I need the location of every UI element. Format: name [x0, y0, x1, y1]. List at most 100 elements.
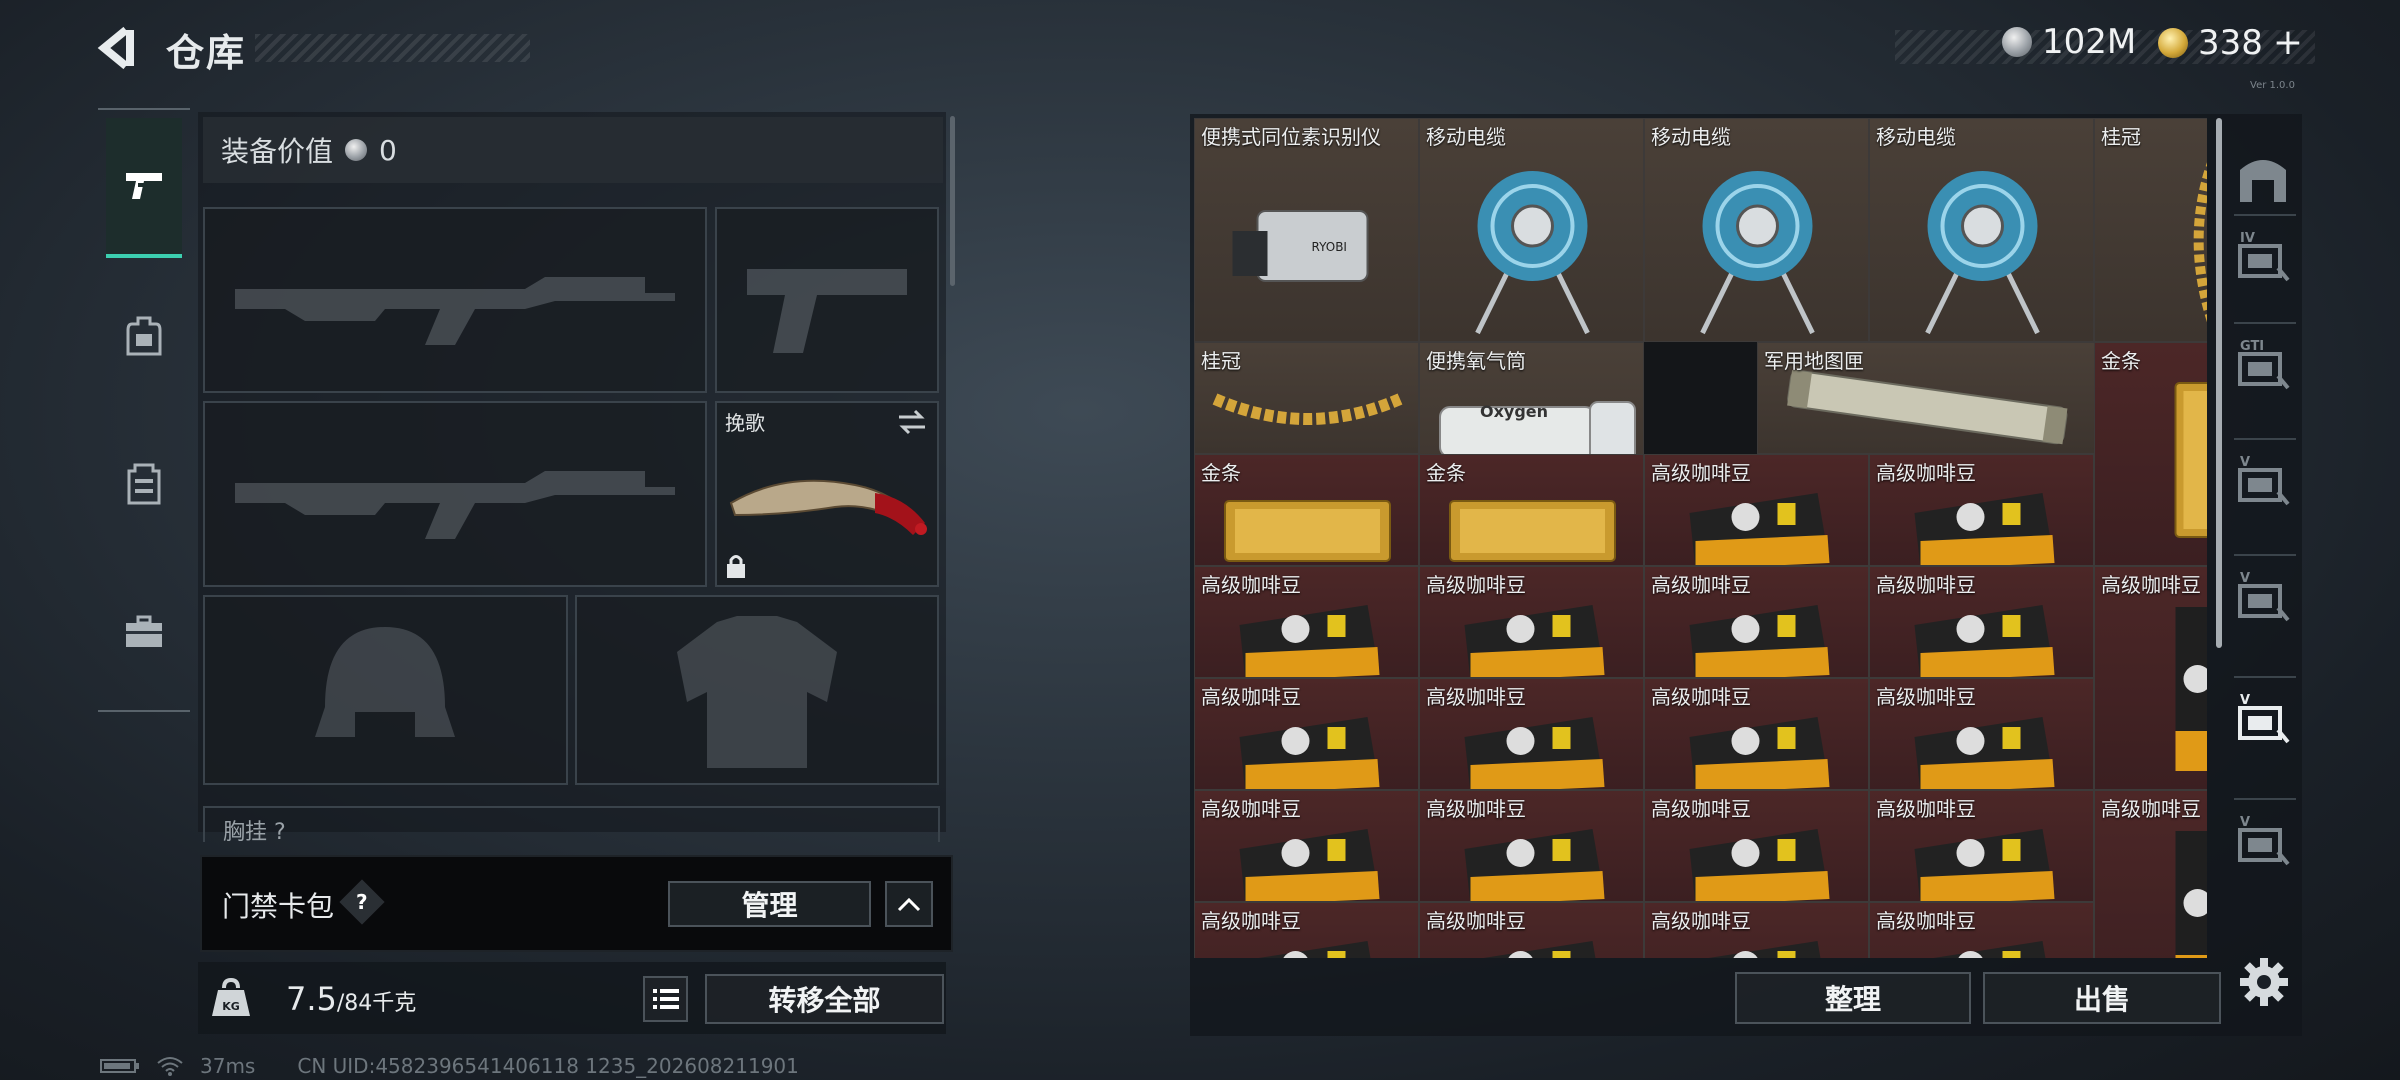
back-arrow-icon — [97, 26, 134, 70]
storage-item[interactable]: 高级咖啡豆 — [1644, 790, 1869, 902]
storage-item[interactable]: 高级咖啡豆 — [1869, 790, 2094, 902]
rifle-silhouette-icon — [235, 277, 675, 345]
title-stripe — [255, 34, 530, 62]
back-button[interactable] — [96, 24, 144, 72]
tab-case[interactable] — [106, 562, 182, 702]
item-name: 移动电缆 — [1426, 125, 1506, 149]
item-name: 高级咖啡豆 — [1651, 797, 1751, 821]
helmet-slot[interactable] — [203, 595, 568, 785]
case-iv-icon[interactable]: IV — [2234, 228, 2292, 286]
equip-value-bar: 装备价值 0 — [203, 117, 943, 183]
gold-currency[interactable]: 338 + — [2158, 22, 2303, 63]
storage-item[interactable]: 移动电缆 — [1869, 118, 2094, 342]
melee-slot[interactable]: 挽歌 — [715, 401, 939, 587]
svg-text:KG: KG — [222, 1000, 240, 1013]
storage-item[interactable]: 桂冠 — [1194, 342, 1419, 454]
sell-button[interactable]: 出售 — [1983, 972, 2221, 1024]
storage-item[interactable]: 高级咖啡豆 — [1644, 566, 1869, 678]
silver-coin-icon — [345, 139, 368, 161]
item-name: 便携氧气筒 — [1426, 349, 1526, 373]
help-icon-glyph: ? — [356, 889, 368, 914]
equip-value-label: 装备价值 — [221, 135, 334, 168]
item-name: 桂冠 — [2101, 125, 2141, 149]
karambit-knife-icon — [729, 479, 927, 535]
right-nav-divider — [2234, 676, 2296, 678]
item-name: 金条 — [2101, 349, 2141, 373]
tab-backpack[interactable] — [106, 266, 182, 406]
add-currency-icon[interactable]: + — [2273, 22, 2303, 63]
coffee-bean-bag-icon — [2175, 607, 2207, 771]
storage-item[interactable]: 高级咖啡豆 — [1419, 790, 1644, 902]
storage-item[interactable]: 高级咖啡豆 — [1419, 902, 1644, 958]
storage-item[interactable]: 高级咖啡豆 — [1869, 902, 2094, 958]
storage-item[interactable]: 军用地图匣 — [1757, 342, 2095, 454]
vest-icon — [127, 463, 161, 505]
expand-button[interactable] — [885, 881, 933, 927]
storage-item[interactable]: 高级咖啡豆 — [1644, 902, 1869, 958]
isotope-scanner-icon: RYOBI — [1232, 210, 1369, 282]
svg-text:GTI: GTI — [2240, 339, 2264, 354]
storage-item[interactable]: 高级咖啡豆 — [1869, 566, 2094, 678]
item-name: 高级咖啡豆 — [1651, 573, 1751, 597]
storage-item[interactable]: 高级咖啡豆 — [1194, 790, 1419, 902]
safe-box-icon[interactable] — [2234, 150, 2292, 208]
case-v-icon[interactable]: V — [2234, 812, 2292, 870]
storage-item[interactable]: 高级咖啡豆 — [1194, 902, 1419, 958]
storage-item[interactable]: 金条 — [1194, 454, 1419, 566]
storage-item[interactable]: 高级咖啡豆 — [1194, 678, 1419, 790]
storage-item[interactable]: 金条 — [2094, 342, 2207, 566]
storage-item[interactable]: 高级咖啡豆 — [1644, 678, 1869, 790]
armor-slot[interactable] — [575, 595, 939, 785]
manage-button[interactable]: 管理 — [668, 881, 871, 927]
storage-item[interactable]: 桂冠 — [2094, 118, 2207, 342]
loadout-scrollbar[interactable] — [950, 116, 955, 286]
storage-scrollbar[interactable] — [2216, 118, 2222, 648]
right-nav-divider — [2234, 438, 2296, 440]
transfer-all-button[interactable]: 转移全部 — [705, 974, 944, 1024]
swap-icon[interactable] — [897, 409, 927, 435]
storage-item[interactable]: 便携式同位素识别仪 RYOBI — [1194, 118, 1419, 342]
tab-weapons[interactable] — [106, 118, 182, 258]
wifi-icon — [157, 1057, 183, 1076]
backpack-icon — [126, 316, 162, 356]
silver-amount: 102M — [2042, 22, 2137, 62]
item-name: 高级咖啡豆 — [1201, 797, 1301, 821]
case-v-icon[interactable]: V — [2234, 568, 2292, 626]
storage-item[interactable]: 高级咖啡豆 — [1419, 566, 1644, 678]
storage-item[interactable]: 高级咖啡豆 — [1869, 678, 2094, 790]
sort-button[interactable]: 整理 — [1735, 972, 1971, 1024]
pistol-slot[interactable] — [715, 207, 939, 393]
list-view-button[interactable] — [643, 976, 688, 1022]
case-v-icon[interactable]: V — [2234, 452, 2292, 510]
case-v-selected-icon[interactable]: V — [2234, 690, 2292, 748]
storage-item[interactable]: 高级咖啡豆 — [1644, 454, 1869, 566]
svg-text:IV: IV — [2240, 231, 2255, 246]
status-bar: 37ms CN UID:4582396541406118 1235_202608… — [100, 1054, 799, 1078]
tab-vest[interactable] — [106, 414, 182, 554]
chevron-up-icon — [897, 897, 921, 912]
battery-icon — [100, 1059, 139, 1073]
list-icon — [652, 989, 679, 1009]
storage-item[interactable]: 金条 — [1419, 454, 1644, 566]
item-name: 金条 — [1201, 461, 1241, 485]
storage-item[interactable]: 高级咖啡豆 — [1869, 454, 2094, 566]
storage-item[interactable]: 高级咖啡豆 — [2094, 790, 2207, 958]
storage-item[interactable]: 移动电缆 — [1644, 118, 1869, 342]
gear-icon — [2240, 958, 2288, 1006]
briefcase-icon — [126, 615, 162, 647]
storage-item[interactable]: 高级咖啡豆 — [1419, 678, 1644, 790]
secondary-weapon-slot[interactable] — [203, 401, 707, 587]
chest-rig-label: 胸挂 — [223, 820, 268, 842]
ping-readout: 37ms — [200, 1054, 256, 1078]
primary-weapon-slot[interactable] — [203, 207, 707, 393]
chest-rig-slot[interactable]: 胸挂 ? — [203, 806, 940, 842]
item-name: 高级咖啡豆 — [1651, 461, 1751, 485]
version-label: Ver 1.0.0 — [2250, 80, 2295, 91]
storage-item[interactable]: 高级咖啡豆 — [2094, 566, 2207, 790]
settings-button[interactable] — [2236, 954, 2292, 1010]
cable-reel-icon — [1700, 171, 1815, 335]
case-gti-icon[interactable]: GTI — [2234, 336, 2292, 394]
storage-item[interactable]: 高级咖啡豆 — [1194, 566, 1419, 678]
pistol-silhouette-icon — [747, 269, 907, 353]
storage-item[interactable]: 移动电缆 — [1419, 118, 1644, 342]
